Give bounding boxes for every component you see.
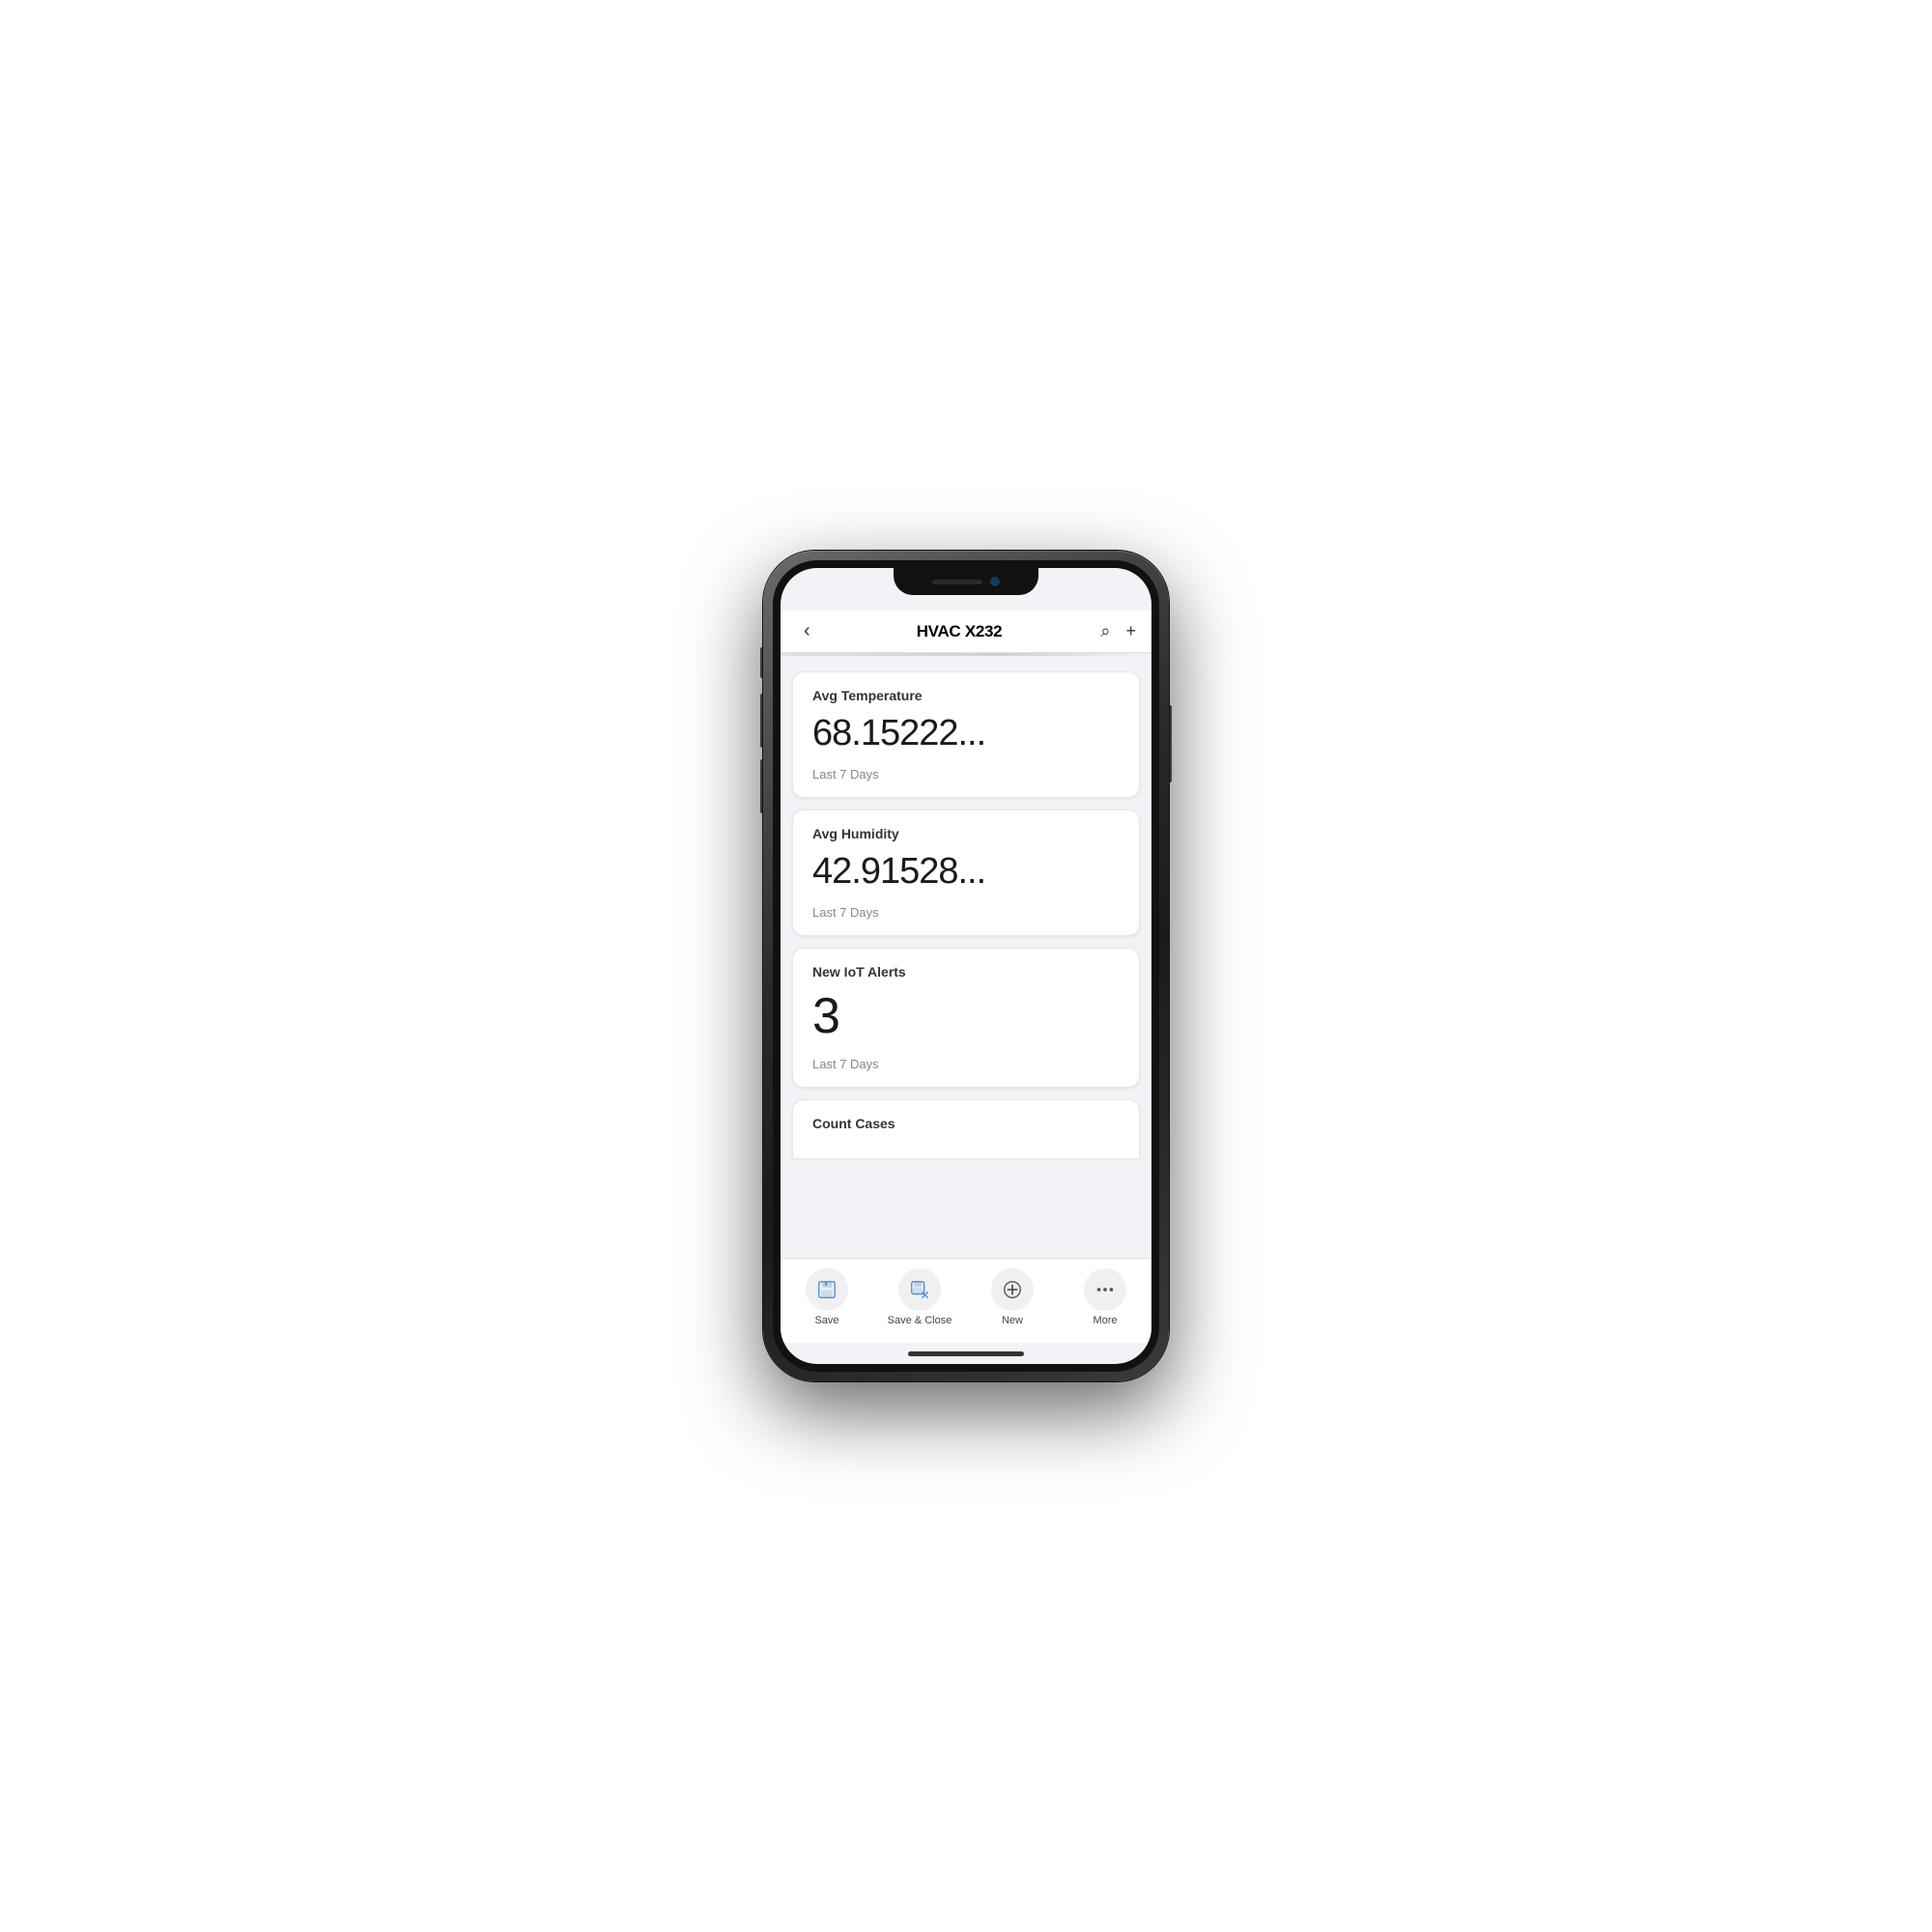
home-bar <box>908 1351 1024 1356</box>
more-icon-wrap <box>1084 1268 1126 1311</box>
back-button[interactable]: ‹ <box>796 616 818 646</box>
save-icon-wrap <box>806 1268 848 1311</box>
new-label: New <box>1002 1315 1023 1326</box>
avg-humidity-card: Avg Humidity 42.91528... Last 7 Days <box>792 810 1140 936</box>
save-close-toolbar-item[interactable]: Save & Close <box>873 1268 966 1326</box>
save-close-icon-wrap <box>898 1268 941 1311</box>
home-indicator <box>781 1343 1151 1364</box>
more-toolbar-item[interactable]: More <box>1059 1268 1151 1326</box>
avg-temperature-label: Avg Temperature <box>812 688 1120 703</box>
new-icon-wrap <box>991 1268 1034 1311</box>
phone-device: ‹ HVAC X232 ⌕ + Avg Temperature 68.15222… <box>763 551 1169 1381</box>
avg-humidity-period: Last 7 Days <box>812 905 1120 920</box>
new-iot-alerts-period: Last 7 Days <box>812 1057 1120 1071</box>
scroll-content: Avg Temperature 68.15222... Last 7 Days … <box>781 656 1151 1258</box>
speaker <box>932 580 982 584</box>
save-close-icon <box>909 1279 930 1300</box>
more-icon <box>1094 1279 1116 1300</box>
new-iot-alerts-card: New IoT Alerts 3 Last 7 Days <box>792 948 1140 1088</box>
phone-screen: ‹ HVAC X232 ⌕ + Avg Temperature 68.15222… <box>781 568 1151 1364</box>
nav-actions: ⌕ + <box>1100 621 1136 641</box>
front-camera <box>990 577 1000 586</box>
avg-temperature-card: Avg Temperature 68.15222... Last 7 Days <box>792 671 1140 798</box>
save-close-label: Save & Close <box>888 1315 952 1326</box>
bottom-toolbar: Save Save & Close <box>781 1258 1151 1343</box>
save-icon <box>816 1279 838 1300</box>
count-cases-card: Count Cases <box>792 1099 1140 1158</box>
avg-temperature-period: Last 7 Days <box>812 767 1120 781</box>
save-toolbar-item[interactable]: Save <box>781 1268 873 1326</box>
page-title: HVAC X232 <box>917 622 1003 641</box>
search-icon[interactable]: ⌕ <box>1100 621 1110 641</box>
notch <box>894 568 1038 595</box>
avg-humidity-value: 42.91528... <box>812 853 1120 890</box>
navigation-bar: ‹ HVAC X232 ⌕ + <box>781 611 1151 653</box>
new-toolbar-item[interactable]: New <box>966 1268 1059 1326</box>
new-iot-alerts-label: New IoT Alerts <box>812 964 1120 980</box>
avg-humidity-label: Avg Humidity <box>812 826 1120 841</box>
save-label: Save <box>814 1315 838 1326</box>
avg-temperature-value: 68.15222... <box>812 715 1120 752</box>
new-iot-alerts-value: 3 <box>812 991 1120 1041</box>
more-label: More <box>1093 1315 1117 1326</box>
add-icon[interactable]: + <box>1125 621 1136 641</box>
new-icon <box>1002 1279 1023 1300</box>
count-cases-label: Count Cases <box>812 1116 1120 1131</box>
